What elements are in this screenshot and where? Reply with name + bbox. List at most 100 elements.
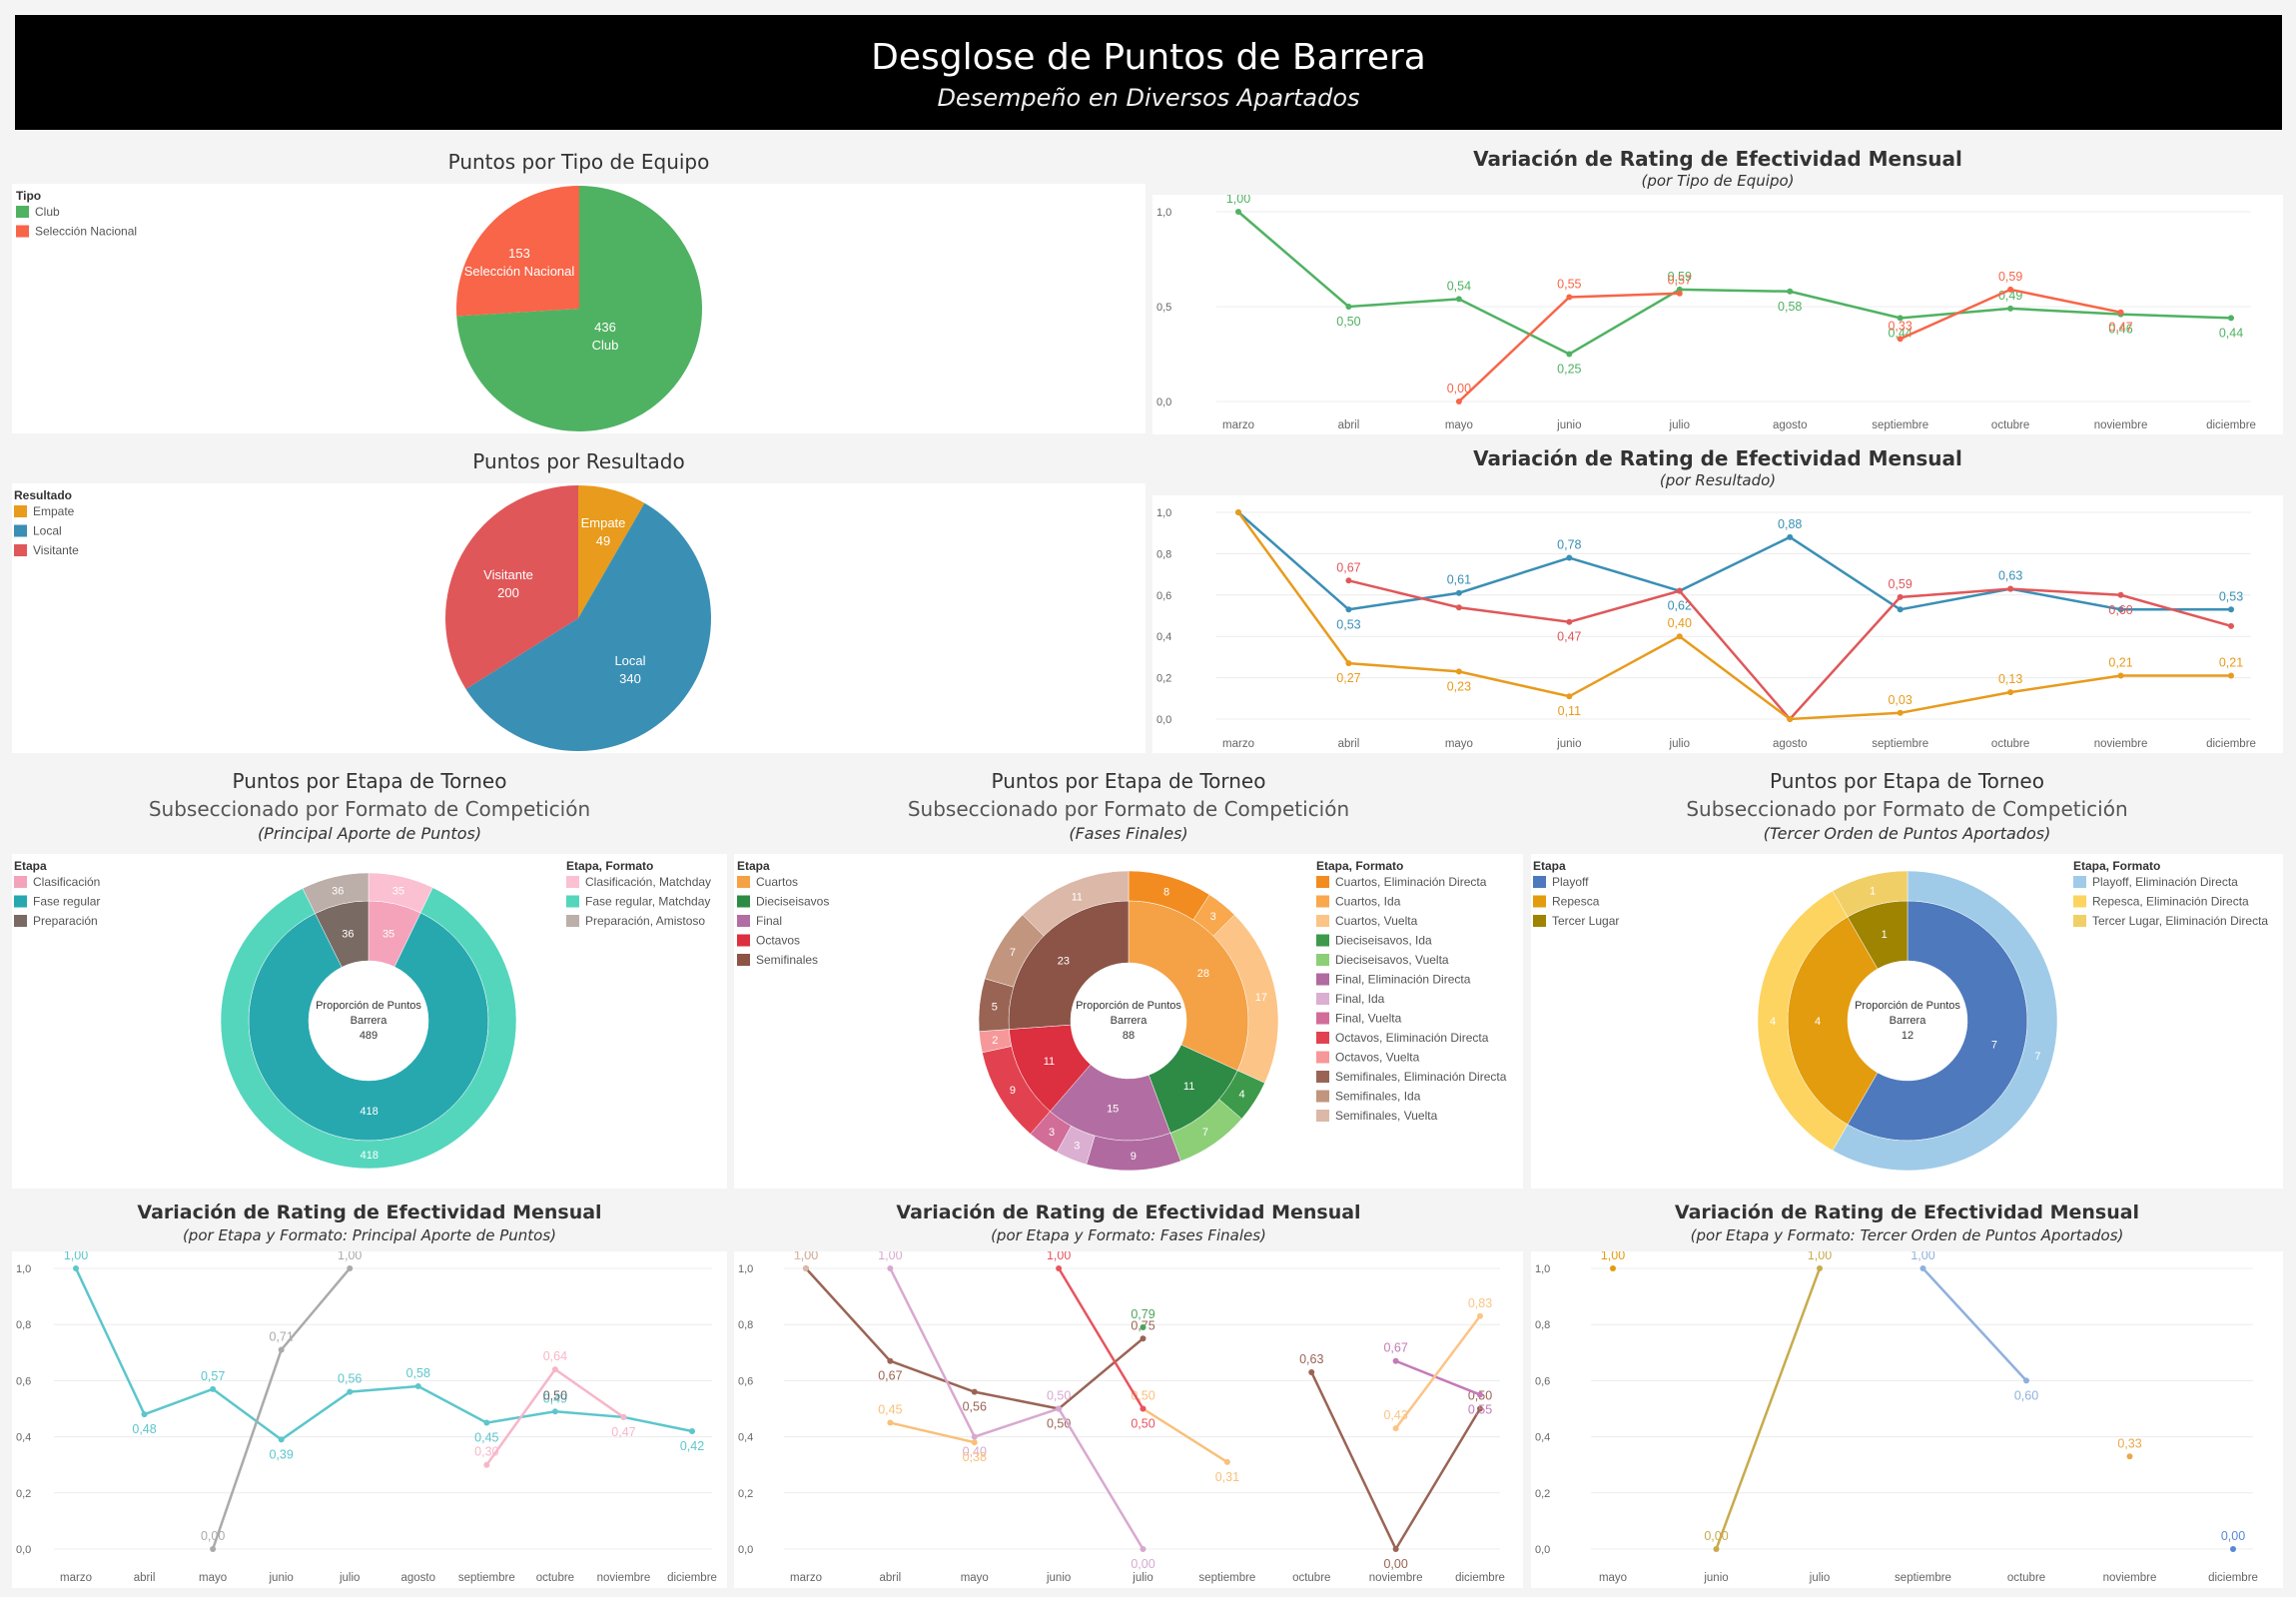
line4-data-label: 0,38 xyxy=(963,1450,987,1464)
line1-xtick: mayo xyxy=(1445,419,1473,431)
donut2-format-legend-label: Cuartos, Vuelta xyxy=(1335,914,1418,928)
line5-point xyxy=(1713,1546,1720,1552)
line3-panel: 0,0 0,2 0,4 0,6 0,8 1,0 marzo abril mayo junio jul… xyxy=(12,1248,727,1588)
line5-point xyxy=(1817,1265,1823,1271)
line1-xtick: diciembre xyxy=(2206,419,2256,431)
line3-point xyxy=(483,1461,490,1468)
line2-ytick: 0,8 xyxy=(1156,548,1171,560)
donut3-format-legend-swatch xyxy=(2073,876,2086,888)
pie1-legend-label: Selección Nacional xyxy=(35,225,137,239)
pie1-legend-swatch xyxy=(16,225,29,238)
donut2-format-legend-swatch xyxy=(1316,1032,1329,1044)
donut2-legend-label: Octavos xyxy=(756,934,800,948)
line5-ytick: 0,8 xyxy=(1535,1319,1550,1331)
donut1-legend-swatch xyxy=(14,895,27,908)
line3-series-line xyxy=(211,1267,352,1550)
line2-point xyxy=(1897,593,1904,600)
line5-point xyxy=(2126,1453,2133,1460)
donut3-panel: Etapa Playoff Repesca Tercer Lugar Etapa, Fo… xyxy=(1531,854,2283,1189)
donut2-outer-label: 9 xyxy=(1010,1085,1016,1097)
line1-ytick: 0,0 xyxy=(1156,397,1171,408)
donut2-legend-swatch xyxy=(737,915,750,927)
line1-series-line xyxy=(1237,211,2232,356)
donut3-legend-label: Repesca xyxy=(1552,895,1600,909)
donut2-inner-label: 11 xyxy=(1183,1081,1194,1093)
donut3-format-legend-label: Repesca, Eliminación Directa xyxy=(2092,895,2249,909)
line4-point xyxy=(1392,1425,1399,1432)
donut3-legend-title: Etapa xyxy=(1533,859,1566,873)
pie2-slice-label: Empate xyxy=(581,515,626,530)
line3-ytick: 1,0 xyxy=(16,1263,31,1275)
line3-xtick: mayo xyxy=(199,1572,227,1584)
line2-point xyxy=(1897,709,1904,716)
line3-data-label: 0,39 xyxy=(269,1447,293,1461)
line1-panel: 0,0 0,5 1,0 marzo abril mayo junio julio agosto s… xyxy=(1152,192,2283,434)
donut3-format-legend-swatch xyxy=(2073,915,2086,927)
donut1-inner-label: 36 xyxy=(342,928,354,940)
line4-ytick: 0,8 xyxy=(738,1319,753,1331)
line2-point xyxy=(1566,618,1573,625)
donut3-legend-label: Playoff xyxy=(1552,875,1589,889)
pie2-panel: Resultado Empate Local Visitante Empate 49 Vis… xyxy=(12,483,1146,753)
pie2-legend-label: Visitante xyxy=(33,543,79,557)
line3-ytick: 0,0 xyxy=(16,1544,31,1556)
donut2-format-legend-label: Semifinales, Ida xyxy=(1335,1090,1421,1104)
line1-data-label: 0,00 xyxy=(1447,382,1471,396)
donut1-format-legend-label: Preparación, Amistoso xyxy=(585,914,705,928)
line1-data-label: 0,50 xyxy=(1336,315,1360,329)
line4-series-line xyxy=(1142,1407,1228,1463)
line1-xtick: julio xyxy=(1669,419,1690,431)
line1-data-label: 0,25 xyxy=(1557,363,1581,377)
line1-data-label: 0,33 xyxy=(1888,319,1912,333)
donut2-center-text: Barrera xyxy=(1111,1015,1148,1027)
donut1-subtitle: Subseccionado por Formato de Competición xyxy=(148,797,591,821)
line4-xtick: julio xyxy=(1132,1572,1152,1584)
line4-xtick: diciembre xyxy=(1455,1572,1505,1584)
line2-point xyxy=(2228,672,2234,679)
pie1-slice-label: 436 xyxy=(594,320,616,335)
donut1-legend-swatch xyxy=(14,915,27,927)
line4-point xyxy=(1392,1546,1399,1552)
line4-series-line xyxy=(1395,1359,1481,1396)
donut2-format-legend-swatch xyxy=(1316,973,1329,986)
line3-xtick: junio xyxy=(269,1572,294,1584)
line1-data-label: 0,57 xyxy=(1668,274,1692,288)
line5-point xyxy=(1919,1265,1926,1271)
line2-point xyxy=(1566,554,1573,561)
donut2-format-legend-swatch xyxy=(1316,954,1329,966)
line4-data-label: 0,56 xyxy=(963,1400,987,1414)
line1-point xyxy=(1787,288,1794,295)
donut2-outer-label: 9 xyxy=(1131,1151,1137,1163)
line4-data-label: 0,83 xyxy=(1468,1296,1492,1310)
line4-data-label: 0,63 xyxy=(1299,1352,1323,1366)
line2-xtick: julio xyxy=(1669,738,1690,750)
pie1-chart: Tipo Club Selección Nacional 153 Selección N… xyxy=(16,186,703,431)
line4-data-label: 0,00 xyxy=(1383,1557,1407,1571)
donut2-inner-label: 11 xyxy=(1044,1056,1055,1068)
donut2-outer-label: 4 xyxy=(1239,1089,1245,1101)
line2-series-line xyxy=(1348,579,2232,721)
line4-data-label: 0,31 xyxy=(1215,1470,1239,1484)
line4-data-label: 1,00 xyxy=(878,1251,902,1262)
line5-data-label: 0,33 xyxy=(2117,1436,2141,1450)
line2-point xyxy=(1345,660,1352,667)
donut1-legend-label: Preparación xyxy=(33,914,98,928)
line3-point xyxy=(689,1427,695,1434)
donut2-outer-label: 3 xyxy=(1210,911,1216,923)
line5-data-label: 0,00 xyxy=(1704,1529,1728,1543)
line4-panel: 0,0 0,2 0,4 0,6 0,8 1,0 marzo abril mayo junio jul… xyxy=(734,1248,1523,1588)
line4-data-label: 0,79 xyxy=(1131,1307,1154,1321)
line2-point xyxy=(1455,589,1462,596)
line1-point xyxy=(2117,309,2124,316)
line2-point xyxy=(1235,509,1241,515)
pie2-slice-label: Local xyxy=(614,653,645,668)
line5-xtick: mayo xyxy=(1599,1572,1627,1584)
donut2-format-legend-label: Semifinales, Vuelta xyxy=(1335,1109,1438,1123)
donut2-outer-label: 11 xyxy=(1072,891,1083,903)
donut3-outer-label: 4 xyxy=(1770,1016,1776,1028)
line1-point xyxy=(2228,315,2234,322)
line4-point xyxy=(887,1265,894,1271)
line2-data-label: 0,13 xyxy=(1998,672,2022,686)
line2-data-label: 0,21 xyxy=(2108,656,2132,670)
line2-data-label: 0,61 xyxy=(1447,573,1471,587)
